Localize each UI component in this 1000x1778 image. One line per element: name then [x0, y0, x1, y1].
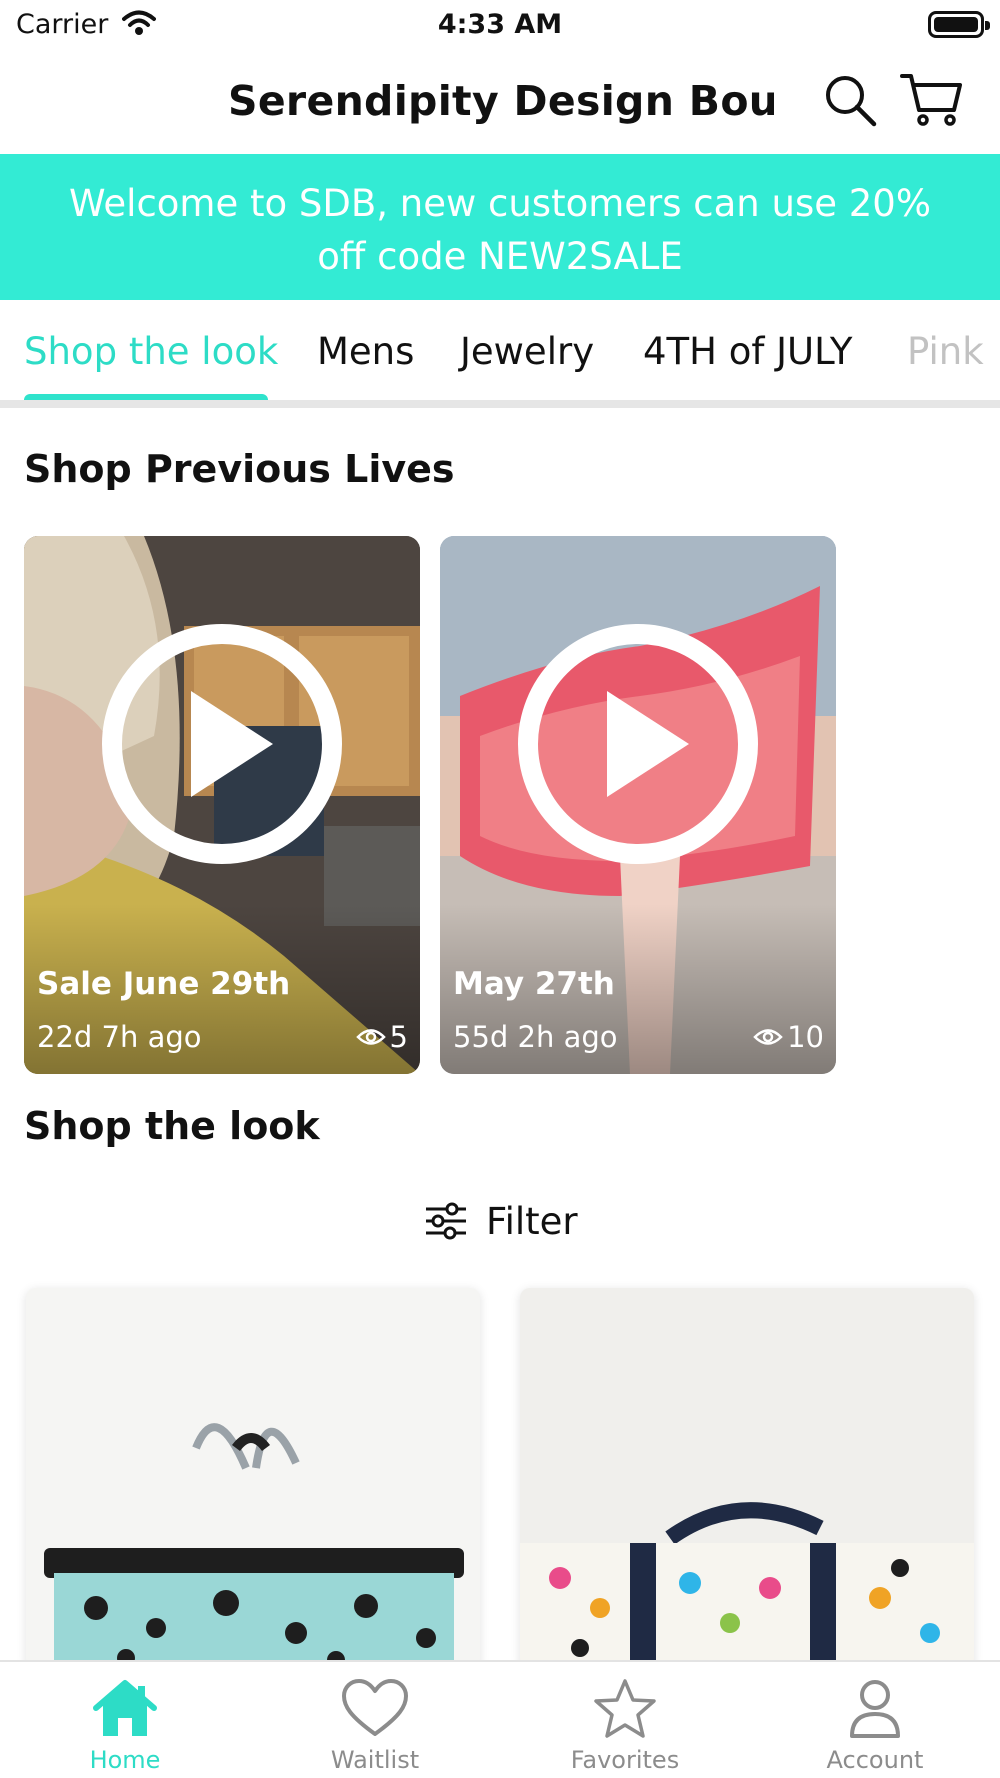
view-count: 5	[355, 1020, 408, 1054]
play-icon[interactable]	[517, 623, 759, 865]
person-icon	[850, 1680, 900, 1738]
tab-jewelry[interactable]: Jewelry	[460, 330, 594, 373]
battery-icon	[928, 11, 990, 38]
tab-home[interactable]: Home	[0, 1662, 250, 1778]
product-image	[520, 1288, 974, 1668]
tab-waitlist[interactable]: Waitlist	[250, 1662, 500, 1778]
tab-waitlist-label: Waitlist	[330, 1746, 420, 1774]
tab-shop-the-look[interactable]: Shop the look	[24, 330, 278, 373]
tab-favorites-label: Favorites	[570, 1746, 680, 1774]
tab-account-label: Account	[826, 1746, 924, 1774]
promo-text: Welcome to SDB, new customers can use 20…	[68, 182, 932, 278]
eye-icon	[355, 1029, 386, 1045]
cart-icon[interactable]	[900, 72, 964, 128]
live-time-ago: 55d 2h ago	[453, 1020, 618, 1054]
live-title: Sale June 29th	[37, 966, 291, 1002]
clock: 4:33 AM	[437, 9, 563, 40]
promo-banner: Welcome to SDB, new customers can use 20…	[0, 154, 1000, 300]
bottom-tab-bar: Home Waitlist Favorites Account	[0, 1660, 1000, 1778]
eye-icon	[753, 1029, 783, 1045]
filter-button[interactable]: Filter	[424, 1196, 578, 1246]
live-video-card[interactable]: May 27th 55d 2h ago 10	[440, 536, 836, 1074]
tab-home-label: Home	[89, 1746, 161, 1774]
live-title: May 27th	[453, 966, 615, 1002]
star-icon	[594, 1679, 656, 1738]
live-video-card[interactable]: Sale June 29th 22d 7h ago 5	[24, 536, 420, 1074]
status-bar: Carrier 4:33 AM	[0, 0, 1000, 50]
view-count-value: 10	[787, 1020, 824, 1054]
play-icon[interactable]	[101, 623, 343, 865]
tab-favorites[interactable]: Favorites	[500, 1662, 750, 1778]
product-card[interactable]	[520, 1288, 974, 1668]
search-icon[interactable]	[822, 72, 878, 128]
tab-pink[interactable]: Pink	[907, 330, 984, 373]
nav-bar: Serendipity Design Bout...	[0, 50, 1000, 154]
tab-account[interactable]: Account	[750, 1662, 1000, 1778]
previous-lives-heading: Shop Previous Lives	[24, 447, 455, 491]
store-title: Serendipity Design Bout...	[228, 77, 774, 125]
tab-4th-of-july[interactable]: 4TH of JULY	[643, 330, 852, 373]
tab-mens[interactable]: Mens	[317, 330, 414, 373]
filter-label: Filter	[486, 1199, 578, 1243]
product-image	[26, 1288, 480, 1668]
active-tab-indicator	[24, 394, 268, 400]
sliders-icon	[426, 1202, 466, 1240]
category-tabs: Shop the look Mens Jewelry 4TH of JULY P…	[0, 300, 1000, 408]
view-count-value: 5	[389, 1020, 408, 1054]
shop-the-look-heading: Shop the look	[24, 1104, 320, 1148]
heart-icon	[342, 1679, 408, 1736]
product-card[interactable]	[26, 1288, 480, 1668]
view-count: 10	[753, 1020, 824, 1054]
home-icon	[93, 1680, 157, 1736]
live-time-ago: 22d 7h ago	[37, 1020, 202, 1054]
